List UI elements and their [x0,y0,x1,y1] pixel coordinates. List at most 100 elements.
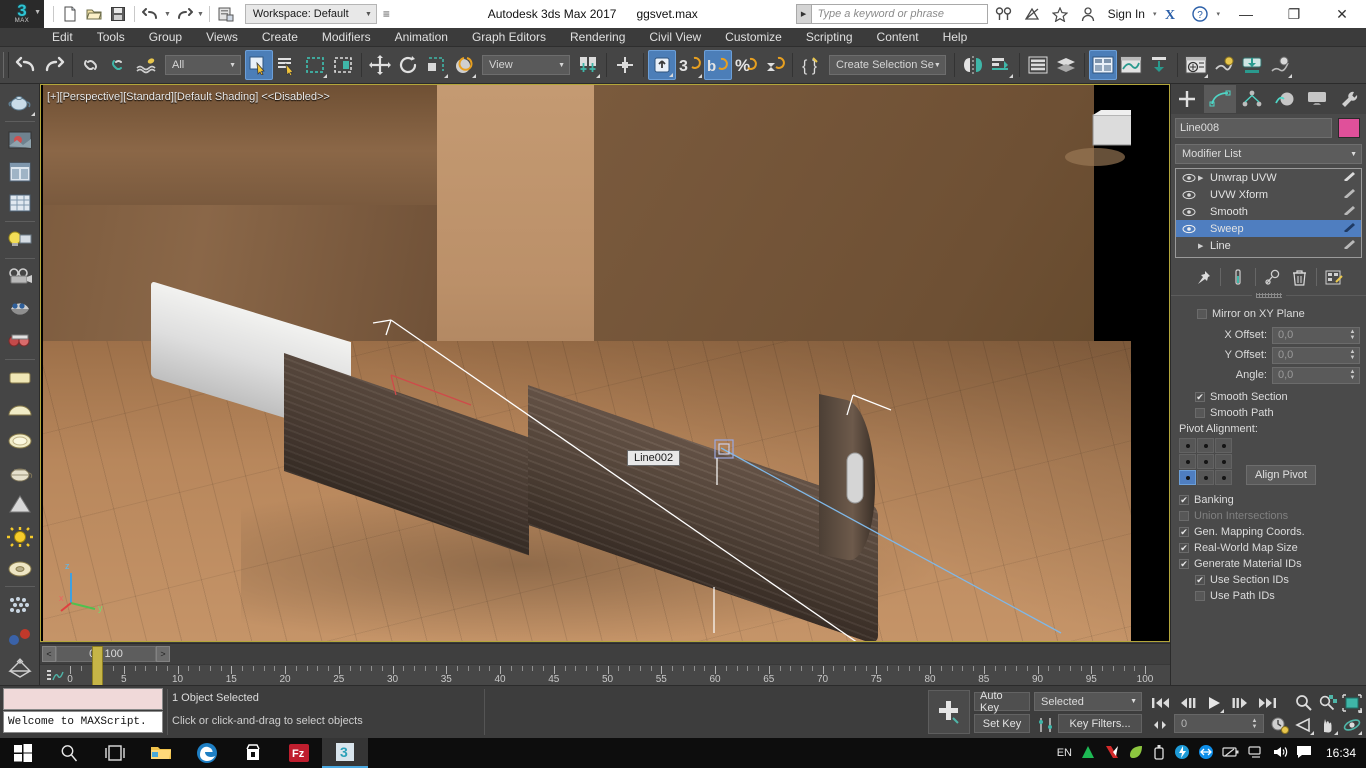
spinner-arrows-icon[interactable]: ▲ ▼ [1250,718,1259,730]
gen-mapping-coords-checkbox[interactable]: ✔ [1179,527,1189,537]
menu-edit[interactable]: Edit [40,28,85,47]
application-menu-button[interactable]: 3 MAX ▼ [0,0,44,28]
3dsmax-taskbar-icon[interactable]: 3 [322,738,368,768]
banking-row[interactable]: ✔ Banking [1179,492,1360,508]
generate-material-ids-row[interactable]: ✔ Generate Material IDs [1179,556,1360,572]
autodesk-tray-icon[interactable] [1080,744,1096,763]
panel-splitter[interactable] [1171,290,1366,300]
pivot-cell-middle-right[interactable] [1215,454,1232,469]
material-editor-icon[interactable] [1182,50,1210,80]
pivot-cell-bottom-right[interactable] [1215,470,1232,485]
expand-arrow-icon[interactable]: ▶ [1198,174,1210,182]
smooth-section-row[interactable]: ✔ Smooth Section [1179,389,1360,405]
open-file-icon[interactable] [83,3,105,25]
eye-toggle-icon[interactable] [1180,207,1198,217]
display-tab[interactable] [1301,85,1334,113]
chevron-down-icon[interactable]: ▼ [197,11,204,18]
space-warp-icon[interactable] [3,653,37,685]
teapot-object-icon[interactable] [3,87,37,119]
modifier-stack-row-sweep[interactable]: Sweep [1176,220,1361,237]
helper-icon[interactable] [3,325,37,357]
menu-help[interactable]: Help [931,28,980,47]
use-center-flyout-icon[interactable] [450,50,478,80]
utilities-tab[interactable] [1334,85,1366,113]
restore-window-button[interactable]: ❐ [1272,0,1316,28]
menu-customize[interactable]: Customize [713,28,794,47]
expand-arrow-icon[interactable]: ▶ [1198,242,1210,250]
pivot-cell-middle-left[interactable] [1179,454,1196,469]
save-file-icon[interactable] [107,3,129,25]
search-input[interactable]: Type a keyword or phrase [811,4,988,24]
gen-mapping-coords-row[interactable]: ✔ Gen. Mapping Coords. [1179,524,1360,540]
light-bulb-icon[interactable] [3,224,37,256]
spreadsheet-icon[interactable] [3,187,37,219]
next-frame-icon[interactable] [1228,692,1251,714]
hierarchy-tab[interactable] [1236,85,1269,113]
menu-graph-editors[interactable]: Graph Editors [460,28,558,47]
track-bar[interactable]: 0 5 10 15 20 25 30 35 40 45 50 55 60 65 70 75 80 85 90 95 10… [40,646,1170,686]
create-tab[interactable] [1171,85,1204,113]
curve-editor-icon[interactable] [1117,50,1145,80]
kaspersky-tray-icon[interactable] [1104,744,1120,763]
splitter-grip[interactable] [1255,292,1282,298]
minimize-window-button[interactable]: — [1224,0,1268,28]
modifier-stack-row-unwrap-uvw[interactable]: ▶ Unwrap UVW [1176,169,1361,186]
cone-primitive-icon[interactable] [3,489,37,521]
motion-tab[interactable] [1269,85,1302,113]
edge-browser-icon[interactable] [184,738,230,768]
unlink-selection-icon[interactable] [105,50,133,80]
smooth-section-checkbox[interactable]: ✔ [1195,392,1205,402]
modify-tab[interactable] [1203,85,1236,113]
use-section-ids-checkbox[interactable]: ✔ [1195,575,1205,585]
pivot-cell-bottom-center[interactable] [1197,470,1214,485]
material-library-icon[interactable] [3,156,37,188]
mirror-on-xy-row[interactable]: Mirror on XY Plane [1179,306,1360,322]
modifier-stack-row-line[interactable]: ▶ Line [1176,237,1361,254]
teapot-primitive-icon[interactable] [3,457,37,489]
store-icon[interactable] [230,738,276,768]
cylinder-primitive-icon[interactable] [3,425,37,457]
open-mini-curve-editor-icon[interactable] [46,668,64,684]
set-key-button-large[interactable] [928,690,970,734]
rendered-frame-window-icon[interactable] [1238,50,1266,80]
viewport-preview-icon[interactable] [3,124,37,156]
render-production-icon[interactable] [1266,50,1294,80]
generate-material-ids-checkbox[interactable]: ✔ [1179,559,1189,569]
menu-animation[interactable]: Animation [383,28,460,47]
time-slider-handle[interactable] [92,646,103,686]
select-and-rotate-icon[interactable] [394,50,422,80]
configure-modifier-sets-icon[interactable] [1322,266,1346,288]
percent-snap-toggle-icon[interactable]: b [704,50,732,80]
time-slider[interactable]: < 0 / 100 > [42,646,170,662]
modifier-stack[interactable]: ▶ Unwrap UVW UVW Xform Smooth Sweep ▶ Li… [1175,168,1362,258]
x-offset-field[interactable]: 0,0 ▲ ▼ [1272,326,1360,344]
menu-tools[interactable]: Tools [85,28,137,47]
current-frame-field[interactable]: 0 ▲ ▼ [1174,714,1264,733]
real-world-map-size-row[interactable]: ✔ Real-World Map Size [1179,540,1360,556]
current-frame-readout[interactable]: 0 / 100 [56,646,156,662]
menu-content[interactable]: Content [865,28,931,47]
leaf-tray-icon[interactable] [1128,744,1144,763]
render-setup-icon[interactable] [1210,50,1238,80]
field-of-view-icon[interactable] [1292,714,1315,736]
rectangular-selection-region-icon[interactable] [301,50,329,80]
eye-toggle-icon[interactable] [1180,190,1198,200]
select-object-icon[interactable] [245,50,273,80]
modifier-stack-row-smooth[interactable]: Smooth [1176,203,1361,220]
previous-frame-button[interactable]: < [42,646,56,662]
eye-toggle-icon[interactable] [1180,173,1198,183]
undo-icon[interactable] [140,3,162,25]
mirror-on-xy-checkbox[interactable] [1197,309,1207,319]
user-account-icon[interactable] [1076,3,1100,25]
zoom-viewport-icon[interactable] [1292,692,1315,714]
pan-view-icon[interactable] [1316,714,1339,736]
show-end-result-icon[interactable] [1226,266,1250,288]
teamviewer-tray-icon[interactable] [1198,744,1214,763]
new-file-icon[interactable] [59,3,81,25]
schematic-view-icon[interactable] [1145,50,1173,80]
file-explorer-icon[interactable] [138,738,184,768]
close-window-button[interactable]: ✕ [1320,0,1364,28]
toolbar-grip[interactable] [3,52,9,78]
use-path-ids-checkbox[interactable] [1195,591,1205,601]
spinner-snap-arrows-icon[interactable] [760,50,788,80]
